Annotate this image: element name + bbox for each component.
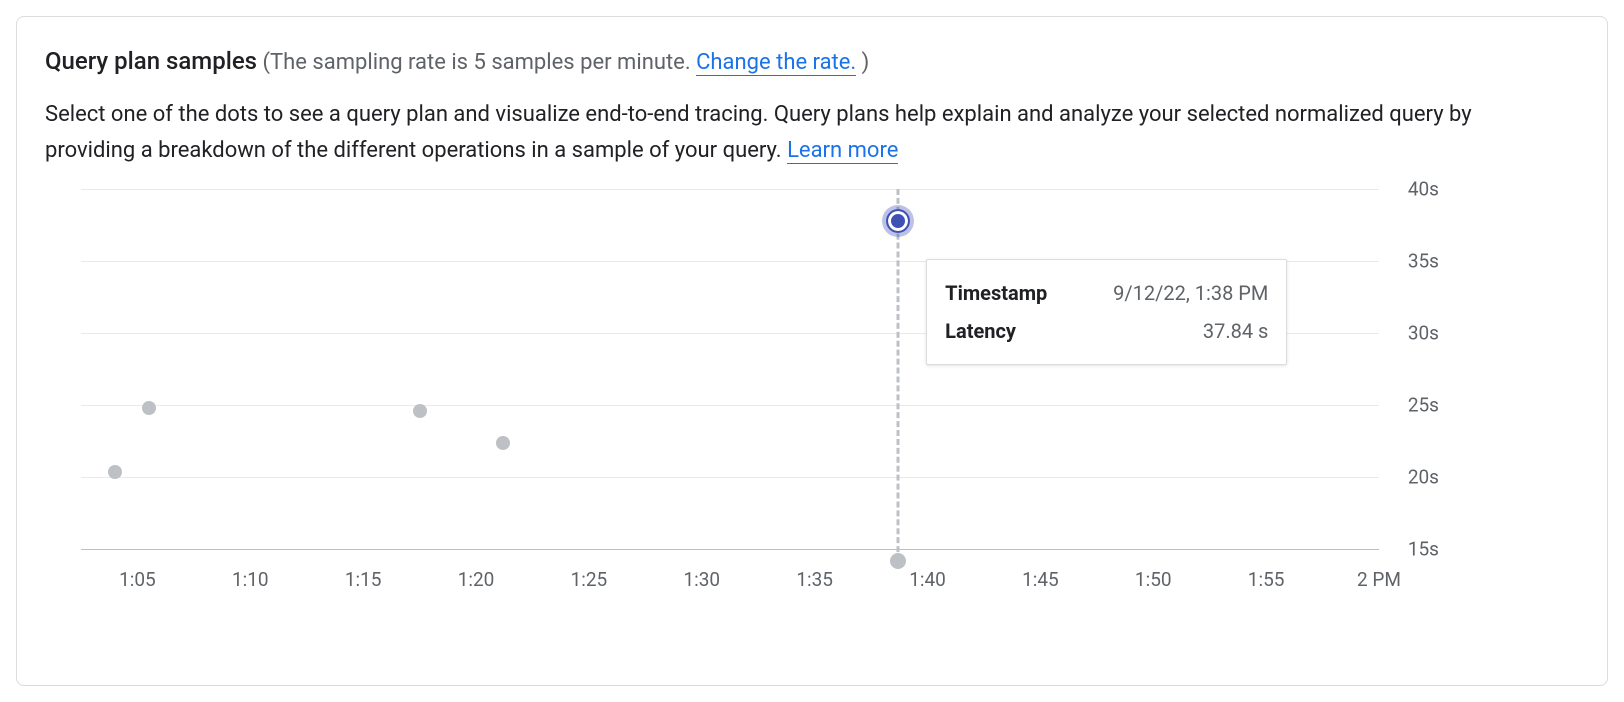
y-axis-label: 25s <box>1408 394 1439 417</box>
gridline <box>81 189 1379 190</box>
description-text: Select one of the dots to see a query pl… <box>45 102 1472 163</box>
hover-vertical-line <box>897 189 900 561</box>
x-axis-label: 1:15 <box>345 568 382 591</box>
gridline <box>81 549 1379 550</box>
x-axis-label: 1:10 <box>232 568 269 591</box>
x-axis-label: 1:20 <box>458 568 495 591</box>
sampling-rate-suffix: ) <box>856 50 869 75</box>
sampling-rate-note: (The sampling rate is 5 samples per minu… <box>263 50 870 76</box>
tooltip-latency-value: 37.84 s <box>1113 312 1268 350</box>
query-plan-samples-card: Query plan samples (The sampling rate is… <box>16 16 1608 686</box>
y-axis-label: 40s <box>1408 178 1439 201</box>
tooltip-latency-label: Latency <box>945 312 1085 350</box>
x-axis-label: 1:25 <box>571 568 608 591</box>
y-axis-label: 35s <box>1408 250 1439 273</box>
hover-line-foot-dot <box>890 553 906 569</box>
plot-area[interactable]: 15s20s25s30s35s40s1:051:101:151:201:251:… <box>81 189 1379 549</box>
card-description: Select one of the dots to see a query pl… <box>45 97 1565 170</box>
sample-dot-selected[interactable] <box>886 209 910 233</box>
tooltip-timestamp-label: Timestamp <box>945 274 1085 312</box>
sample-dot[interactable] <box>108 465 122 479</box>
gridline <box>81 477 1379 478</box>
y-axis-label: 30s <box>1408 322 1439 345</box>
learn-more-link[interactable]: Learn more <box>787 138 898 164</box>
change-rate-link[interactable]: Change the rate. <box>696 50 856 76</box>
card-title: Query plan samples <box>45 47 257 75</box>
sampling-rate-text: (The sampling rate is 5 samples per minu… <box>263 50 697 75</box>
sample-dot[interactable] <box>413 404 427 418</box>
x-axis-label: 1:05 <box>119 568 156 591</box>
tooltip: Timestamp 9/12/22, 1:38 PM Latency 37.84 s <box>926 259 1287 365</box>
x-axis-label: 2 PM <box>1357 568 1401 591</box>
card-header: Query plan samples (The sampling rate is… <box>45 45 1579 79</box>
tooltip-timestamp-value: 9/12/22, 1:38 PM <box>1113 274 1268 312</box>
y-axis-label: 20s <box>1408 466 1439 489</box>
scatter-chart[interactable]: 15s20s25s30s35s40s1:051:101:151:201:251:… <box>45 189 1579 609</box>
gridline <box>81 405 1379 406</box>
x-axis-label: 1:50 <box>1135 568 1172 591</box>
sample-dot[interactable] <box>142 401 156 415</box>
x-axis-label: 1:30 <box>683 568 720 591</box>
x-axis-label: 1:35 <box>796 568 833 591</box>
x-axis-label: 1:45 <box>1022 568 1059 591</box>
x-axis-label: 1:40 <box>909 568 946 591</box>
x-axis-label: 1:55 <box>1248 568 1285 591</box>
y-axis-label: 15s <box>1408 538 1439 561</box>
sample-dot[interactable] <box>496 436 510 450</box>
